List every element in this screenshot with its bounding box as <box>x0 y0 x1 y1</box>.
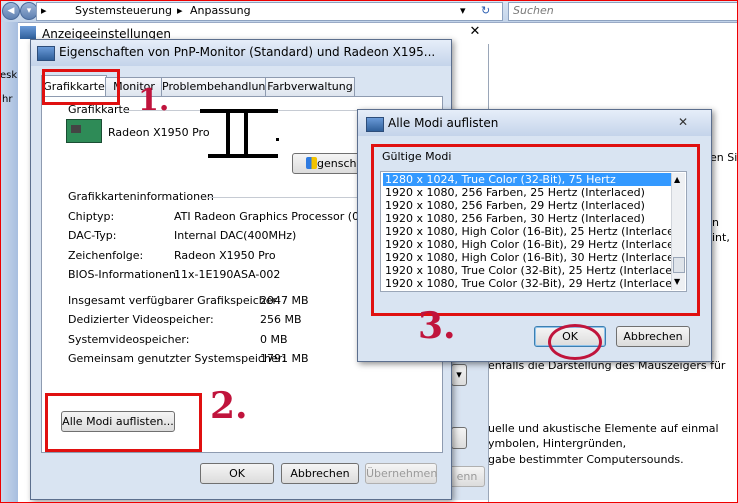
screenshot-border <box>0 0 738 503</box>
